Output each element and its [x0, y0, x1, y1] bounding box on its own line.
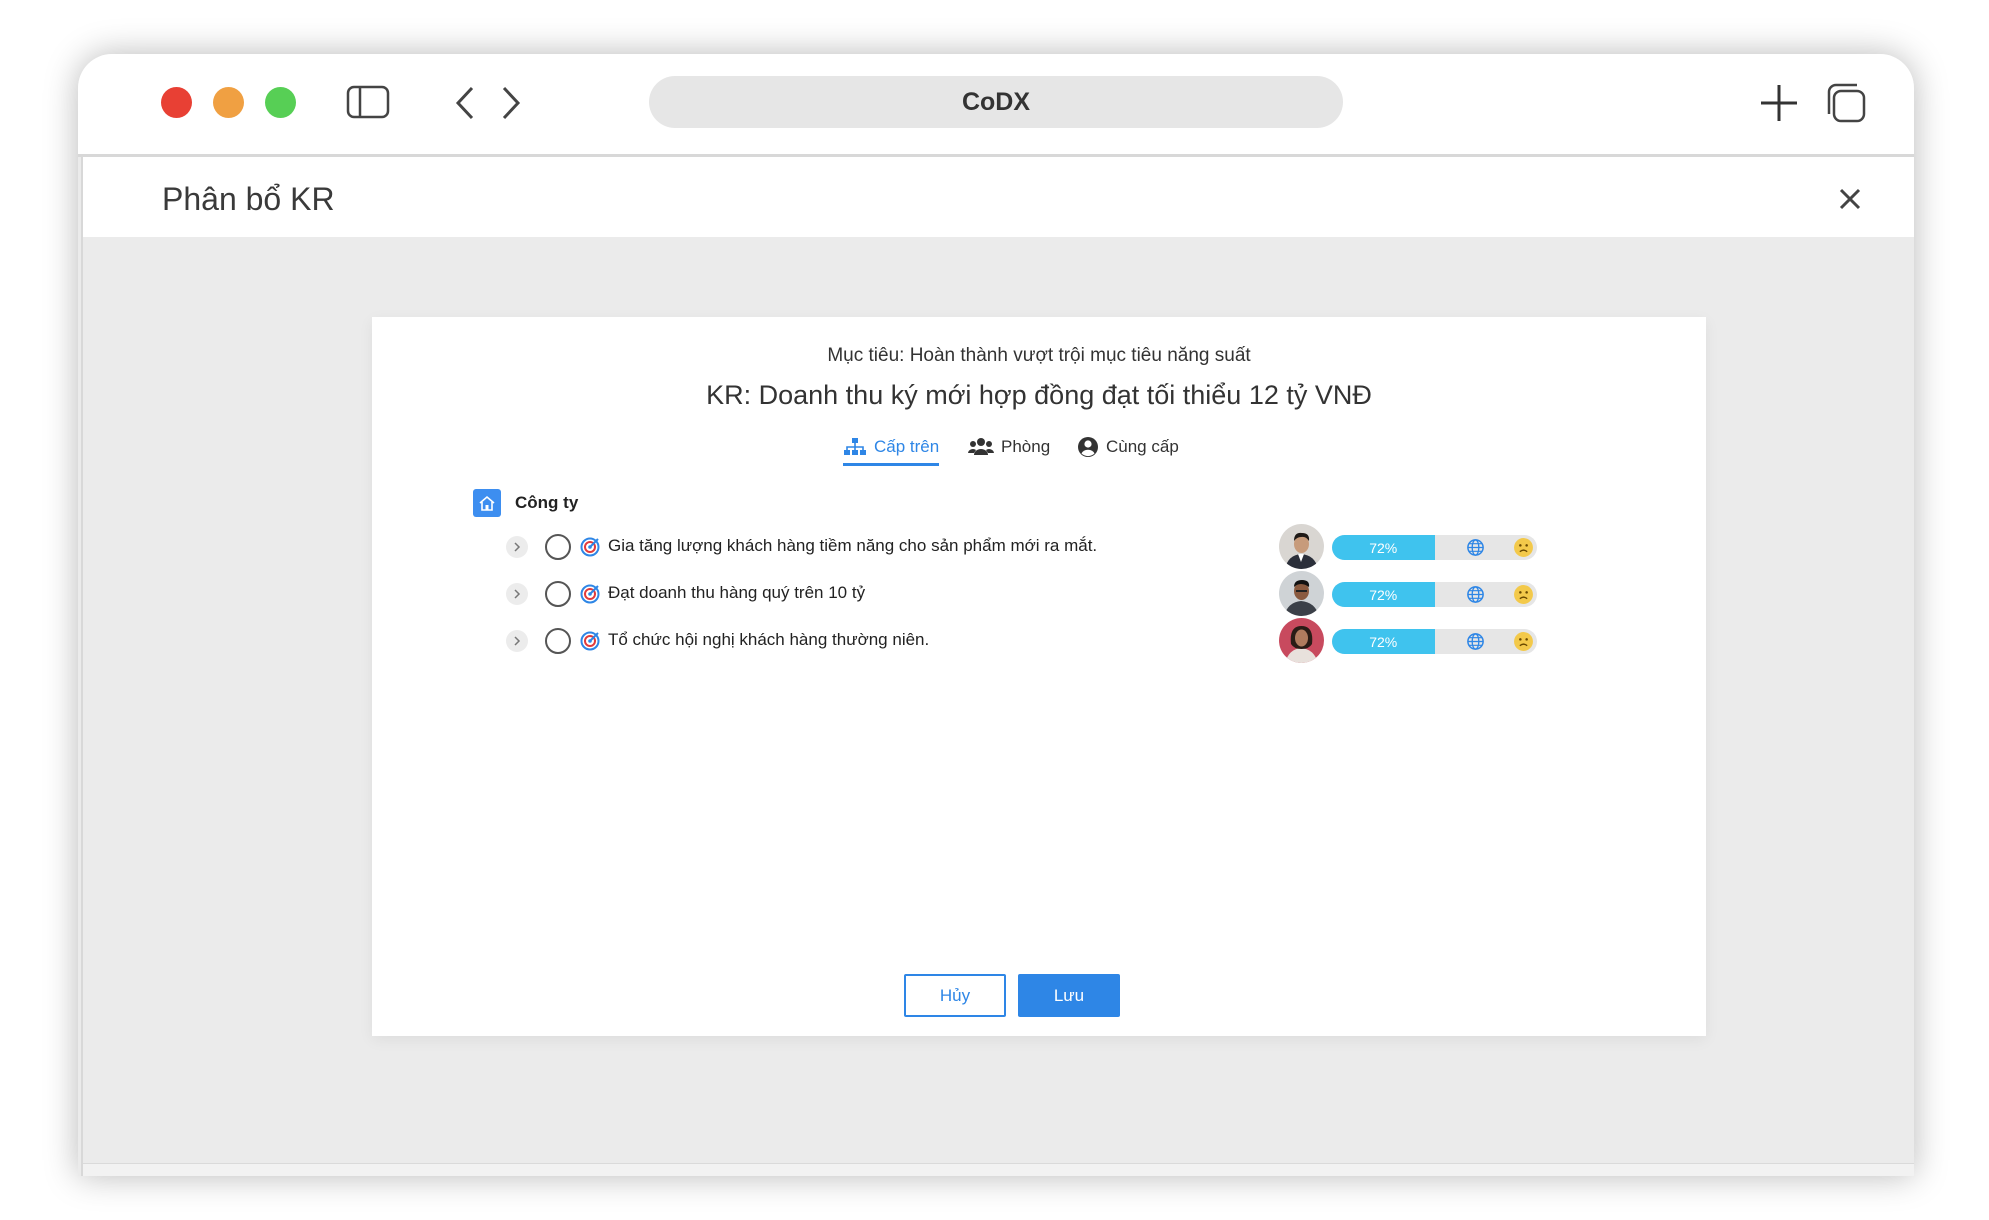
select-radio[interactable] [545, 628, 571, 654]
save-button[interactable]: Lưu [1018, 974, 1120, 1017]
select-radio[interactable] [545, 534, 571, 560]
target-icon [580, 631, 600, 651]
progress-bar: 72% [1332, 629, 1537, 654]
address-bar[interactable]: CoDX [649, 76, 1343, 128]
tab-same-level-label: Cùng cấp [1106, 437, 1179, 456]
sad-face-icon [1514, 585, 1533, 604]
section-label: Công ty [515, 493, 579, 512]
page-header: Phân bổ KR [81, 157, 1914, 237]
close-window-button[interactable] [161, 87, 192, 118]
target-icon [580, 537, 600, 557]
tab-superior[interactable]: Cấp trên [843, 431, 940, 466]
select-radio[interactable] [545, 581, 571, 607]
kr-row-text: Tổ chức hội nghị khách hàng thường niên. [608, 630, 930, 649]
minimize-window-button[interactable] [213, 87, 244, 118]
chevron-right-icon[interactable] [506, 583, 528, 605]
tab-department[interactable]: Phòng [968, 431, 1050, 463]
users-icon [968, 438, 994, 455]
kr-title: KR: Doanh thu ký mới hợp đồng đạt tối th… [706, 380, 1372, 410]
back-icon[interactable] [450, 84, 480, 122]
avatar [1279, 571, 1324, 616]
avatar [1279, 618, 1324, 663]
address-text: CoDX [961, 87, 1031, 116]
close-icon[interactable] [1836, 185, 1864, 213]
objective-text: Mục tiêu: Hoàn thành vượt trội mục tiêu … [827, 345, 1251, 366]
chevron-right-icon[interactable] [506, 630, 528, 652]
tab-same-level[interactable]: Cùng cấp [1077, 431, 1179, 463]
progress-fill: 72% [1332, 582, 1435, 607]
progress-bar: 72% [1332, 582, 1537, 607]
allocation-tabs: Cấp trên Phòng Cùng cấp [372, 431, 1706, 467]
kr-allocation-dialog: Mục tiêu: Hoàn thành vượt trội mục tiêu … [372, 317, 1706, 1036]
chevron-right-icon[interactable] [506, 536, 528, 558]
sad-face-icon [1514, 538, 1533, 557]
bottom-strip [83, 1163, 1914, 1176]
kr-row: Tổ chức hội nghị khách hàng thường niên.… [506, 618, 1626, 663]
globe-icon [1467, 539, 1484, 556]
sitemap-icon [844, 438, 866, 455]
globe-icon [1467, 586, 1484, 603]
tab-superior-label: Cấp trên [874, 437, 940, 456]
progress-label: 72% [1369, 633, 1398, 650]
globe-icon [1467, 633, 1484, 650]
sad-face-icon [1514, 632, 1533, 651]
progress-label: 72% [1369, 539, 1398, 556]
target-icon [580, 584, 600, 604]
sidebar-toggle-icon[interactable] [346, 85, 390, 119]
plus-icon[interactable] [1758, 82, 1800, 124]
kr-row-text: Đạt doanh thu hàng quý trên 10 tỷ [608, 583, 866, 602]
user-circle-icon [1078, 437, 1098, 457]
tab-department-label: Phòng [1001, 437, 1051, 456]
browser-window: CoDX Phân bổ KR Mục tiêu: Hoàn thành vượ… [78, 54, 1914, 1176]
content-area: Mục tiêu: Hoàn thành vượt trội mục tiêu … [81, 237, 1914, 1176]
page-title: Phân bổ KR [162, 181, 335, 217]
section-company: Công ty [473, 489, 578, 517]
browser-toolbar: CoDX [78, 54, 1914, 157]
maximize-window-button[interactable] [265, 87, 296, 118]
tabs-overview-icon[interactable] [1825, 82, 1867, 124]
progress-fill: 72% [1332, 629, 1435, 654]
avatar [1279, 524, 1324, 569]
progress-label: 72% [1369, 586, 1398, 603]
kr-row-text: Gia tăng lượng khách hàng tiềm năng cho … [608, 536, 1098, 555]
progress-fill: 72% [1332, 535, 1435, 560]
cancel-button[interactable]: Hủy [904, 974, 1006, 1017]
forward-icon[interactable] [496, 84, 526, 122]
home-icon [473, 489, 501, 517]
progress-bar: 72% [1332, 535, 1537, 560]
kr-row: Gia tăng lượng khách hàng tiềm năng cho … [506, 524, 1626, 569]
kr-row: Đạt doanh thu hàng quý trên 10 tỷ 72% [506, 571, 1626, 616]
